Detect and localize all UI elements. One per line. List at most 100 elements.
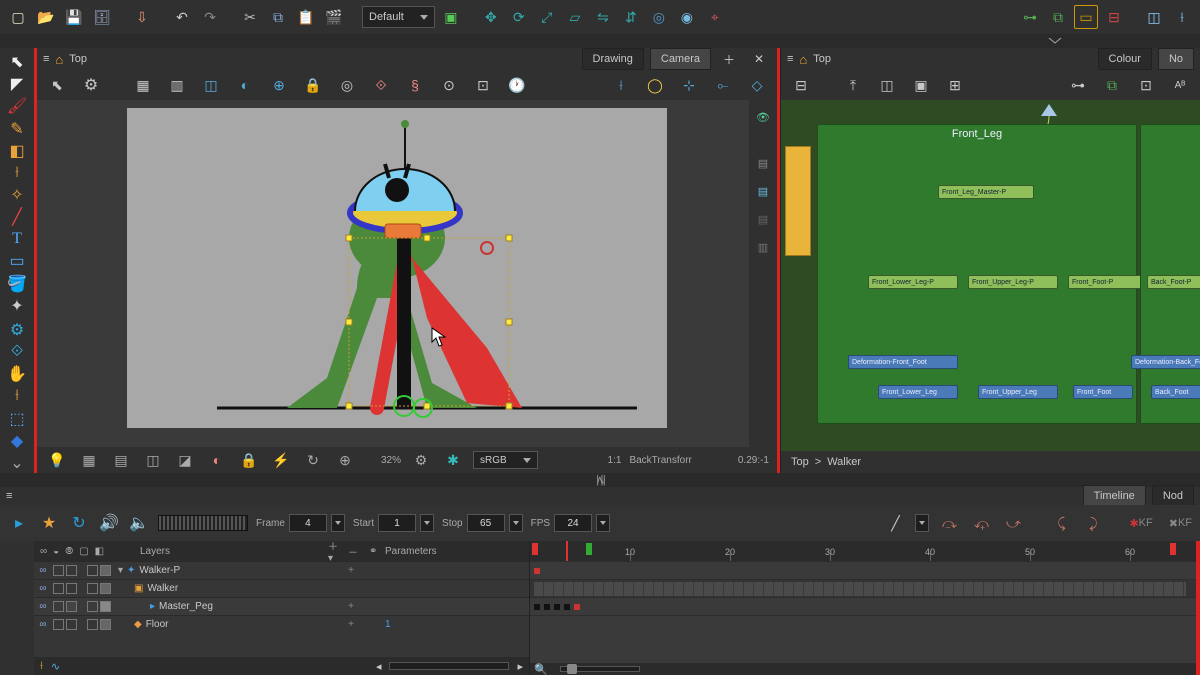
rotate-tool-button[interactable]: ⟳ xyxy=(507,5,531,29)
outline-button[interactable]: ◯ xyxy=(643,73,667,97)
fx-layers-icon[interactable]: ▥ xyxy=(752,236,774,258)
expand-tools[interactable]: ⌄ xyxy=(4,453,30,473)
safe-icon[interactable]: ◪ xyxy=(173,448,197,472)
tab-camera[interactable]: Camera xyxy=(650,48,711,70)
camera-gear-button[interactable]: ⚙ xyxy=(79,73,103,97)
start-stepper[interactable] xyxy=(420,514,434,532)
node-ungroup-icon[interactable]: ⊡ xyxy=(1134,73,1158,97)
undo-button[interactable] xyxy=(170,5,194,29)
play-button[interactable] xyxy=(8,512,30,534)
light-icon[interactable]: 💡 xyxy=(45,448,69,472)
lock2-icon[interactable]: 🔒 xyxy=(237,448,261,472)
dropper-tool[interactable]: ✦ xyxy=(4,296,30,316)
node-connect-icon[interactable]: ⊶ xyxy=(1066,73,1090,97)
layer-scroll-left[interactable]: ◂ xyxy=(376,660,382,673)
panel-menu-icon[interactable]: ≡ xyxy=(787,53,793,65)
layer-row-master-peg[interactable]: ∞ ▸Master_Peg + xyxy=(34,597,529,615)
grid-icon[interactable]: ▤ xyxy=(109,448,133,472)
solo-icon[interactable]: ◒ xyxy=(53,546,59,557)
safe-area-button[interactable]: ◫ xyxy=(199,73,223,97)
node-nav-btn1[interactable]: ◫ xyxy=(875,73,899,97)
overlay-icon[interactable]: ◫ xyxy=(141,448,165,472)
crumb-walker[interactable]: Walker xyxy=(827,456,861,468)
node-front-lower-leg[interactable]: Front_Lower_Leg xyxy=(878,385,958,399)
clock-button[interactable]: 🕐 xyxy=(505,73,529,97)
scripts-dropdown[interactable]: Default xyxy=(362,6,435,28)
sound-button[interactable]: 🔊 xyxy=(98,512,120,534)
node-group-front-leg[interactable]: Front_Leg Front_Leg_Master-P Front_Lower… xyxy=(817,124,1137,424)
close-view-button[interactable]: ✕ xyxy=(747,47,771,71)
tangent-linear-icon[interactable]: ╱ xyxy=(883,511,907,535)
onion-icon[interactable]: ⦾ xyxy=(65,546,73,557)
lock-col-icon[interactable]: ▢ xyxy=(79,546,88,557)
frame-field[interactable]: 4 xyxy=(289,514,327,532)
node-group-icon[interactable]: ⧉ xyxy=(1100,73,1124,97)
skew-tool-button[interactable]: ▱ xyxy=(563,5,587,29)
refresh-icon[interactable]: ↻ xyxy=(301,448,325,472)
show-controls-button[interactable]: ◇ xyxy=(745,73,769,97)
import-button[interactable] xyxy=(130,5,154,29)
zoom-gear2-icon[interactable]: ✱ xyxy=(441,448,465,472)
mask2-icon[interactable]: ◐ xyxy=(205,448,229,472)
deform-chain-tool[interactable]: ⟐ xyxy=(4,342,30,362)
color-col-icon[interactable]: ◧ xyxy=(95,546,104,557)
rigging-tool[interactable]: ✋ xyxy=(4,364,30,384)
jog-slider[interactable] xyxy=(158,515,248,531)
node-back-foot-p[interactable]: Back_Foot-P xyxy=(1147,275,1200,289)
pencil-tool[interactable]: ✎ xyxy=(4,118,30,138)
node-front-foot-p[interactable]: Front_Foot-P xyxy=(1068,275,1148,289)
cut-button[interactable] xyxy=(238,5,262,29)
loop-button[interactable]: ★ xyxy=(38,512,60,534)
layers-collapsed-icon[interactable]: ▤ xyxy=(752,152,774,174)
translate-tool-button[interactable]: ✥ xyxy=(479,5,503,29)
light-table-button[interactable]: ◉ xyxy=(675,5,699,29)
tween-icon-4[interactable]: ⤹ xyxy=(1049,511,1073,535)
node-select-button[interactable]: ▭ xyxy=(1074,5,1098,29)
contour-tool[interactable]: ✧ xyxy=(4,185,30,205)
panel-split-bar[interactable]: |ʌ|ᵥ| xyxy=(0,473,1200,487)
fps-dropdown[interactable] xyxy=(596,514,610,532)
tween-icon-2[interactable]: ⤽ xyxy=(969,511,993,535)
node-nav-btn2[interactable]: ▣ xyxy=(909,73,933,97)
home-icon[interactable]: ⌂ xyxy=(55,52,63,67)
tab-timeline[interactable]: Timeline xyxy=(1083,485,1146,507)
track-walker-p[interactable] xyxy=(530,561,1196,579)
home-icon[interactable]: ⌂ xyxy=(799,52,807,67)
ik-button[interactable]: ⟜ xyxy=(711,73,735,97)
layer-row-floor[interactable]: ∞ ◆Floor + 1 xyxy=(34,615,529,633)
node-back-foot[interactable]: Back_Foot xyxy=(1151,385,1200,399)
deform-preview-button[interactable]: ⟊ xyxy=(609,73,633,97)
node-letters-icon[interactable]: Aᴮ xyxy=(1168,73,1192,97)
layers-dim-icon[interactable]: ▤ xyxy=(752,208,774,230)
stop-stepper[interactable] xyxy=(509,514,523,532)
stop-field[interactable]: 65 xyxy=(467,514,505,532)
bolt-icon[interactable]: ⚡ xyxy=(269,448,293,472)
paint-tool[interactable]: 🪣 xyxy=(4,274,30,294)
layer-row-walker[interactable]: ∞ ▣Walker xyxy=(34,579,529,597)
track-floor[interactable] xyxy=(530,615,1196,633)
tween-icon-5[interactable]: ⤸ xyxy=(1081,511,1105,535)
node-front-lower-leg-p[interactable]: Front_Lower_Leg-P xyxy=(868,275,958,289)
deform-kinematic-tool[interactable]: ⚙ xyxy=(4,320,30,340)
crumb-top[interactable]: Top xyxy=(791,456,809,468)
thumb-icon[interactable]: ▦ xyxy=(77,448,101,472)
mute-button[interactable]: 🔈 xyxy=(128,512,150,534)
node-group-button[interactable]: ⧉ xyxy=(1046,5,1070,29)
line-tool[interactable]: ╱ xyxy=(4,207,30,227)
deform-show-button[interactable]: ⟐ xyxy=(369,73,393,97)
deform-region-button[interactable]: ◫ xyxy=(1142,5,1166,29)
node-nav-btn3[interactable]: ⊞ xyxy=(943,73,967,97)
tween-icon-1[interactable]: ⤼ xyxy=(937,511,961,535)
node-nav-up-icon[interactable]: ⤒ xyxy=(841,73,865,97)
tab-xsheet[interactable]: Nod xyxy=(1152,485,1194,507)
track-walker[interactable] xyxy=(530,579,1196,597)
workspace-caret[interactable] xyxy=(1040,34,1070,48)
flip-v-button[interactable]: ⇵ xyxy=(619,5,643,29)
node-deformation-front-foot[interactable]: Deformation-Front_Foot xyxy=(848,355,958,369)
layer-scrollbar[interactable] xyxy=(389,662,509,670)
tab-drawing[interactable]: Drawing xyxy=(582,48,644,70)
timeline-zoom-slider[interactable] xyxy=(560,666,640,672)
node-connect-button[interactable]: ⊶ xyxy=(1018,5,1042,29)
kf-del-label[interactable]: KF xyxy=(1178,517,1192,529)
scale-tool-button[interactable]: ⤢ xyxy=(535,5,559,29)
